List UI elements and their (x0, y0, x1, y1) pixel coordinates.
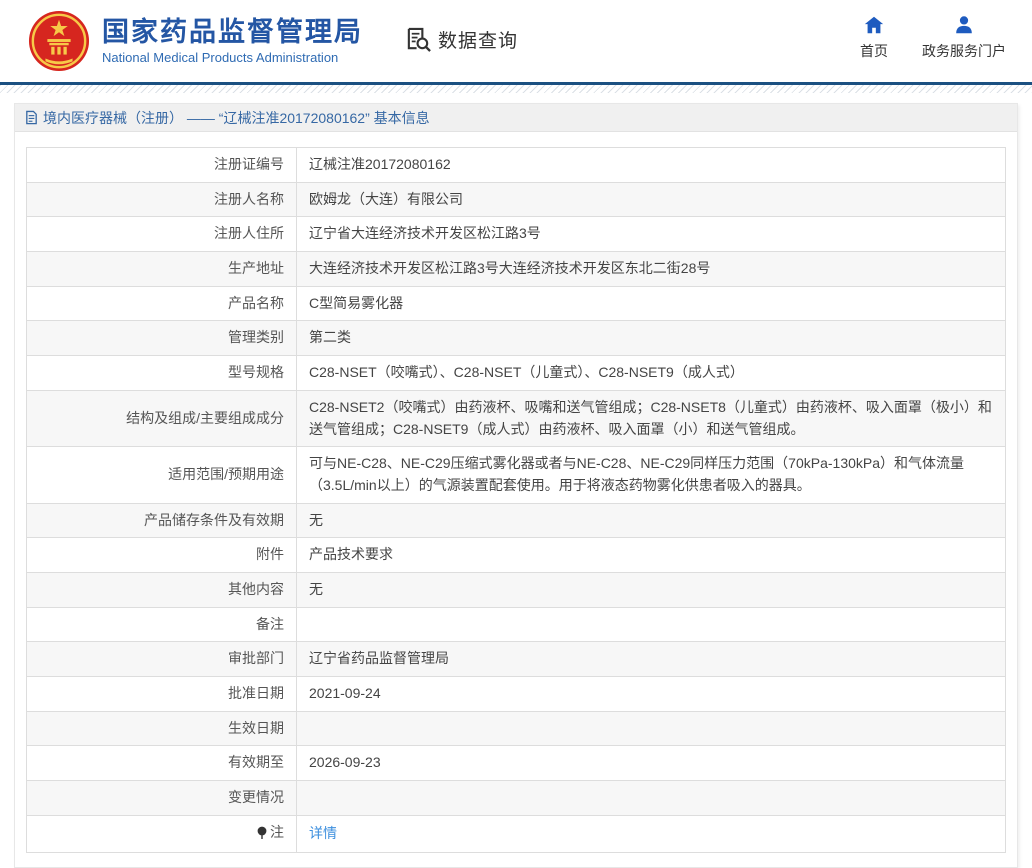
data-query-label: 数据查询 (438, 26, 518, 53)
row-label: 注册证编号 (27, 148, 297, 183)
row-value: C28-NSET（咬嘴式）、C28-NSET（儿童式）、C28-NSET9（成人… (297, 356, 1006, 391)
row-value (297, 781, 1006, 816)
row-value: 辽宁省大连经济技术开发区松江路3号 (297, 217, 1006, 252)
row-value: 产品技术要求 (297, 538, 1006, 573)
row-value: 大连经济技术开发区松江路3号大连经济技术开发区东北二街28号 (297, 252, 1006, 287)
row-label: 结构及组成/主要组成成分 (27, 390, 297, 446)
table-row: 产品名称C型简易雾化器 (27, 286, 1006, 321)
brand-block: 国家药品监督管理局 National Medical Products Admi… (102, 17, 363, 65)
row-label: 生产地址 (27, 252, 297, 287)
row-label: 管理类别 (27, 321, 297, 356)
row-value (297, 711, 1006, 746)
table-row: 注 详情 (27, 815, 1006, 853)
table-row: 结构及组成/主要组成成分C28-NSET2（咬嘴式）由药液杯、吸嘴和送气管组成；… (27, 390, 1006, 446)
row-value: C28-NSET2（咬嘴式）由药液杯、吸嘴和送气管组成；C28-NSET8（儿童… (297, 390, 1006, 446)
row-value: 欧姆龙（大连）有限公司 (297, 182, 1006, 217)
row-value: 第二类 (297, 321, 1006, 356)
row-label: 注册人名称 (27, 182, 297, 217)
table-row: 产品储存条件及有效期无 (27, 503, 1006, 538)
table-row: 其他内容无 (27, 572, 1006, 607)
row-value: 无 (297, 572, 1006, 607)
user-icon (953, 14, 975, 36)
note-label-text: 注 (270, 822, 284, 844)
table-row: 生产地址大连经济技术开发区松江路3号大连经济技术开发区东北二街28号 (27, 252, 1006, 287)
nav-home-label: 首页 (860, 41, 888, 61)
detail-link[interactable]: 详情 (309, 825, 337, 841)
row-label: 适用范围/预期用途 (27, 447, 297, 503)
table-row: 附件产品技术要求 (27, 538, 1006, 573)
row-label: 变更情况 (27, 781, 297, 816)
row-label: 批准日期 (27, 677, 297, 712)
content-panel: 境内医疗器械（注册） —— “辽械注准20172080162” 基本信息 注册证… (14, 103, 1018, 868)
row-label: 备注 (27, 607, 297, 642)
hatch-strip (0, 85, 1032, 93)
nav-portal-label: 政务服务门户 (922, 41, 1006, 61)
data-query-section[interactable]: 数据查询 (405, 26, 518, 53)
row-value: 2026-09-23 (297, 746, 1006, 781)
row-value: 无 (297, 503, 1006, 538)
table-row: 生效日期 (27, 711, 1006, 746)
table-row: 管理类别第二类 (27, 321, 1006, 356)
top-nav: 首页 政务服务门户 (860, 14, 1006, 61)
table-row: 有效期至2026-09-23 (27, 746, 1006, 781)
row-label: 注册人住所 (27, 217, 297, 252)
row-value: 2021-09-24 (297, 677, 1006, 712)
registration-info-table: 注册证编号辽械注准20172080162 注册人名称欧姆龙（大连）有限公司 注册… (26, 147, 1006, 853)
row-value (297, 607, 1006, 642)
breadcrumb: 境内医疗器械（注册） —— “辽械注准20172080162” 基本信息 (15, 104, 1017, 132)
home-icon (863, 14, 885, 36)
table-row: 备注 (27, 607, 1006, 642)
row-value: 辽械注准20172080162 (297, 148, 1006, 183)
row-label: 生效日期 (27, 711, 297, 746)
row-label: 审批部门 (27, 642, 297, 677)
site-title: 国家药品监督管理局 (102, 17, 363, 48)
nav-item-service-portal[interactable]: 政务服务门户 (922, 14, 1006, 61)
table-row: 注册证编号辽械注准20172080162 (27, 148, 1006, 183)
table-row: 适用范围/预期用途可与NE-C28、NE-C29压缩式雾化器或者与NE-C28、… (27, 447, 1006, 503)
row-label: 有效期至 (27, 746, 297, 781)
table-row: 变更情况 (27, 781, 1006, 816)
row-label: 其他内容 (27, 572, 297, 607)
table-row: 注册人名称欧姆龙（大连）有限公司 (27, 182, 1006, 217)
row-value: 辽宁省药品监督管理局 (297, 642, 1006, 677)
row-value: 可与NE-C28、NE-C29压缩式雾化器或者与NE-C28、NE-C29同样压… (297, 447, 1006, 503)
site-subtitle: National Medical Products Administration (102, 50, 363, 65)
note-balloon-icon (256, 826, 268, 840)
table-row: 注册人住所辽宁省大连经济技术开发区松江路3号 (27, 217, 1006, 252)
row-value-note: 详情 (297, 815, 1006, 853)
row-label: 产品储存条件及有效期 (27, 503, 297, 538)
row-label: 附件 (27, 538, 297, 573)
table-row: 型号规格C28-NSET（咬嘴式）、C28-NSET（儿童式）、C28-NSET… (27, 356, 1006, 391)
national-emblem-logo (28, 10, 90, 72)
nav-item-home[interactable]: 首页 (860, 14, 888, 61)
row-label: 型号规格 (27, 356, 297, 391)
page-header: 国家药品监督管理局 National Medical Products Admi… (0, 0, 1032, 82)
document-search-icon (405, 26, 432, 53)
breadcrumb-text: 境内医疗器械（注册） —— “辽械注准20172080162” 基本信息 (43, 108, 430, 128)
table-row: 审批部门辽宁省药品监督管理局 (27, 642, 1006, 677)
row-label: 产品名称 (27, 286, 297, 321)
row-value: C型简易雾化器 (297, 286, 1006, 321)
row-label-note: 注 (27, 815, 297, 853)
table-row: 批准日期2021-09-24 (27, 677, 1006, 712)
document-icon (24, 110, 39, 125)
